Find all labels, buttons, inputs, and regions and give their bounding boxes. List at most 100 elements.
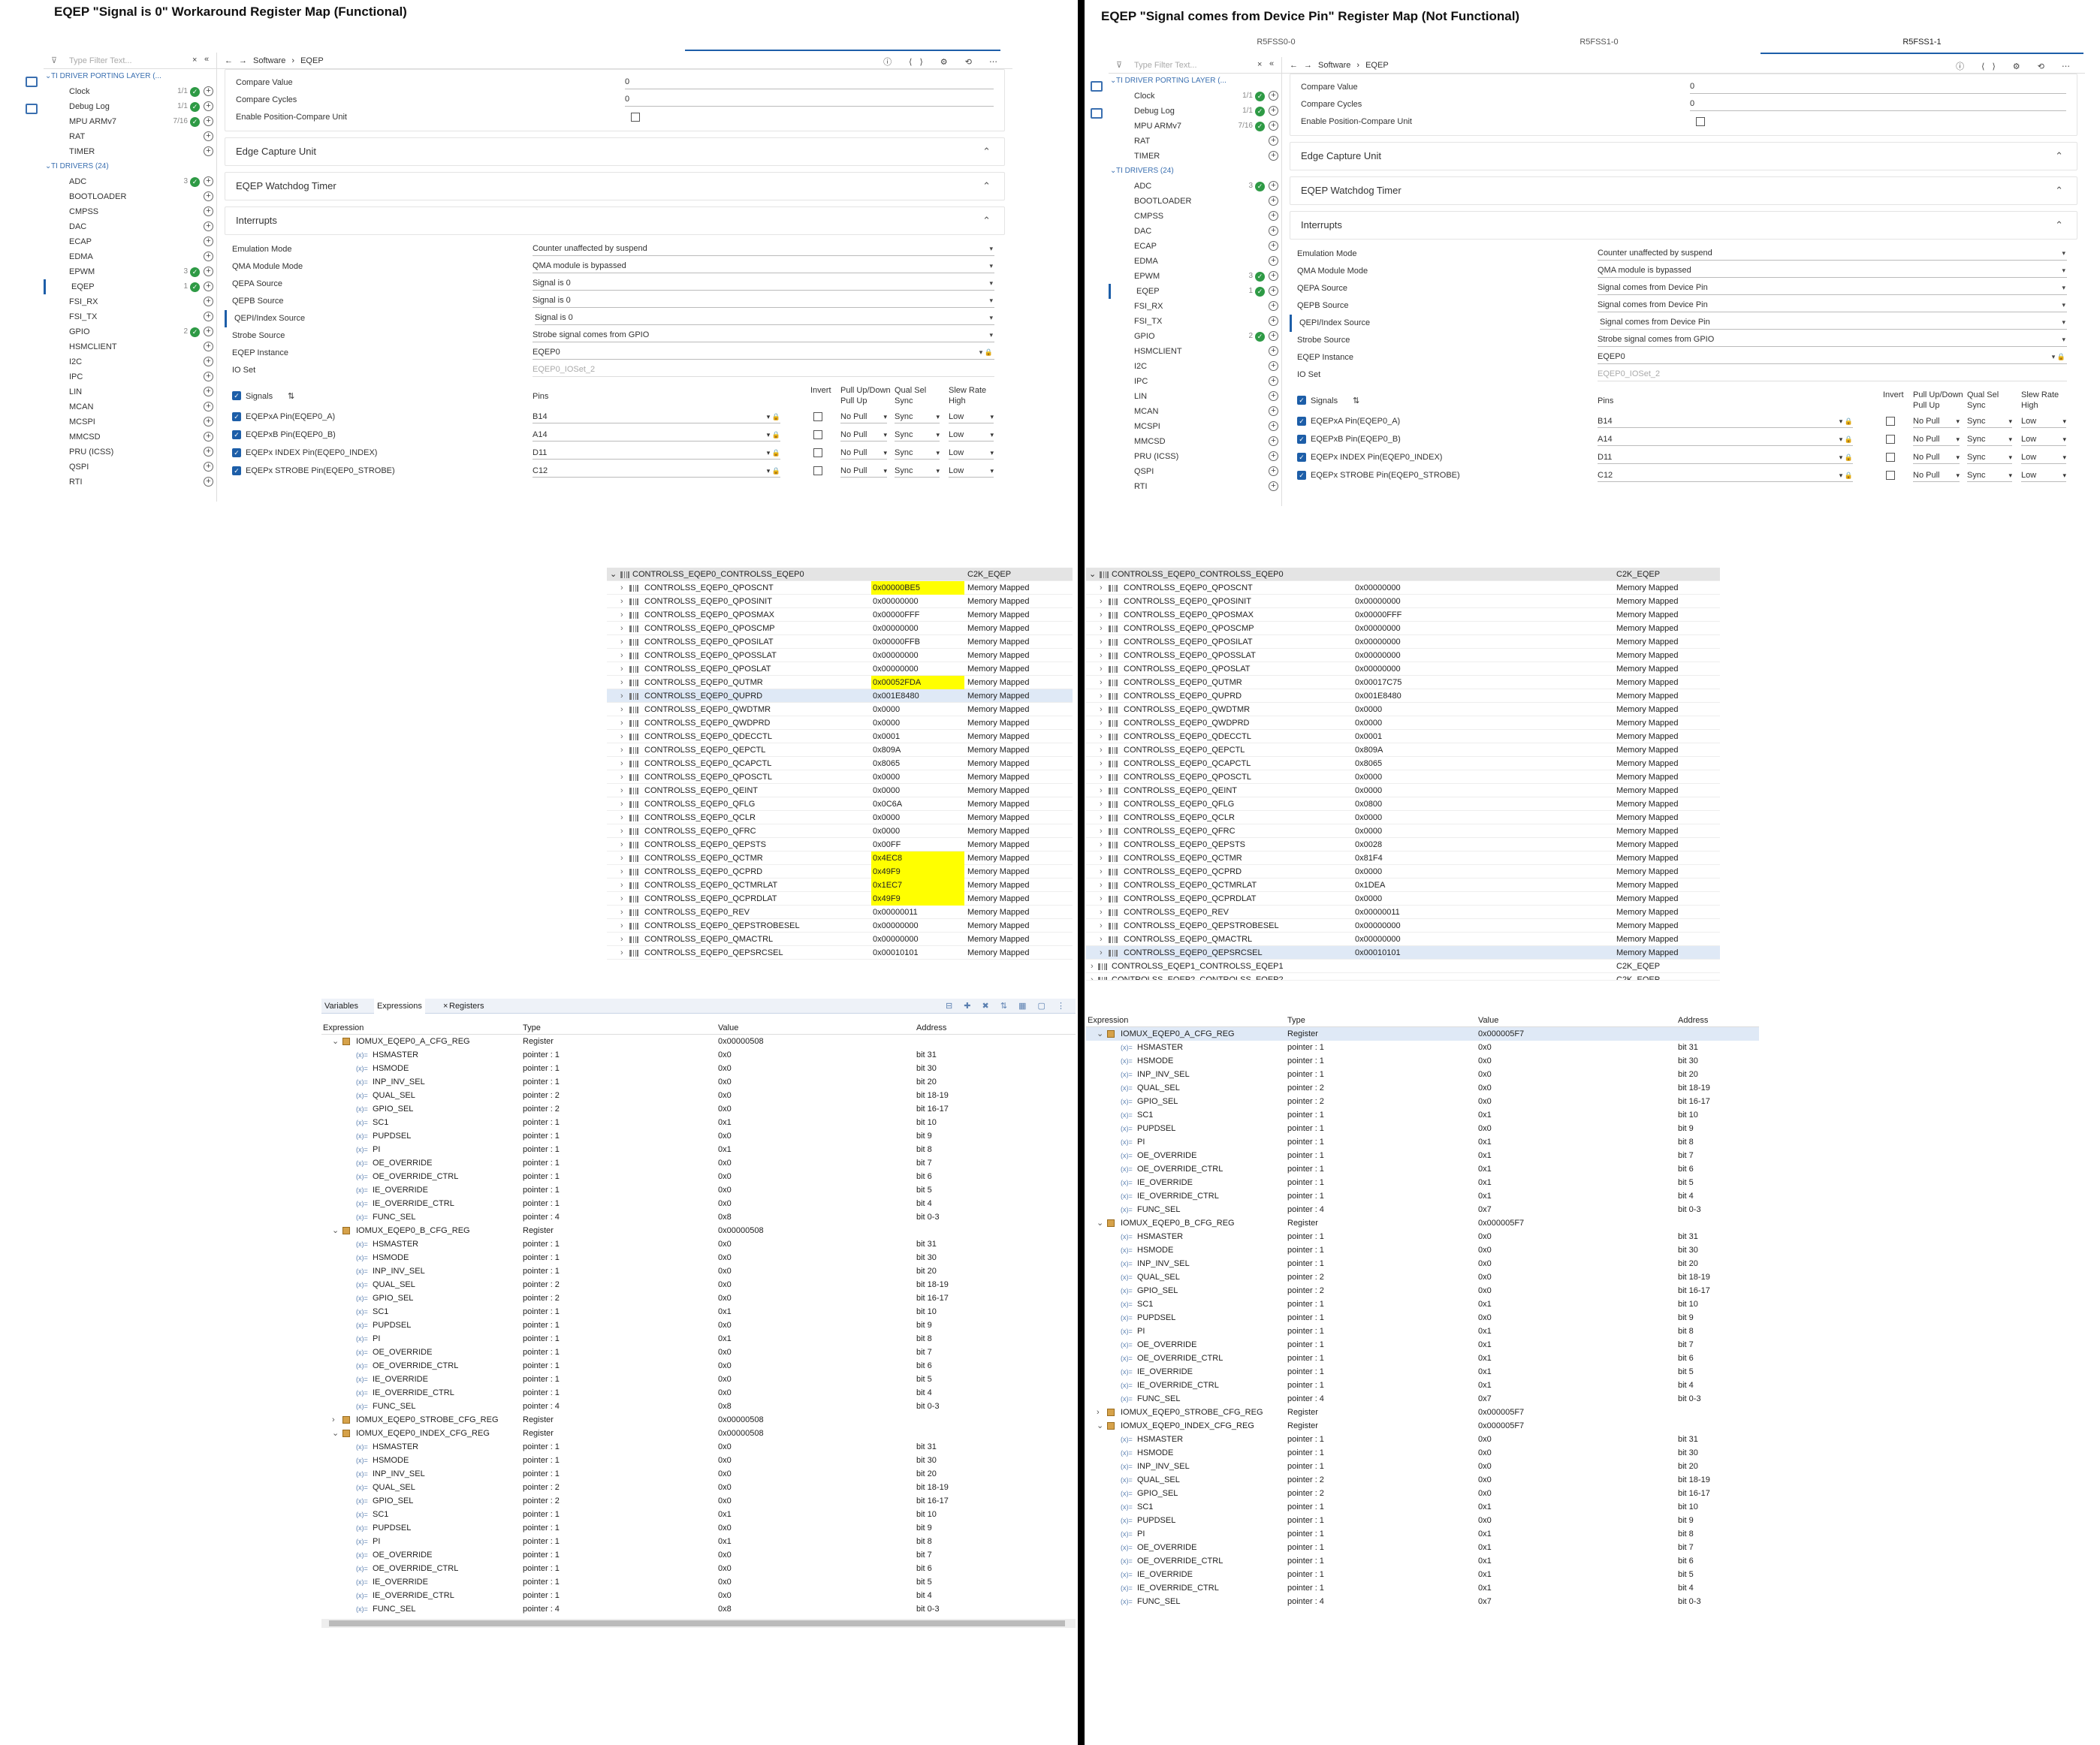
dropdown-icon[interactable]: ▾ [2062, 432, 2066, 446]
field-value[interactable]: 0x0 [1478, 1122, 1492, 1135]
field-value[interactable]: 0x0 [1478, 1487, 1492, 1500]
checkbox[interactable] [631, 113, 640, 122]
chevron-right-icon[interactable]: › [1100, 757, 1103, 770]
tree-item[interactable]: I2C + [44, 354, 216, 369]
dropdown-icon[interactable]: ▾ [990, 446, 994, 460]
register-row[interactable]: › CONTROLSS_EQEP0_QCTMR 0x4EC8 Memory Mappe… [607, 851, 1073, 865]
register-row[interactable]: › CONTROLSS_EQEP0_QWDPRD 0x0000 Memory Mapp… [607, 716, 1073, 730]
register-row[interactable]: › CONTROLSS_EQEP0_QPOSILAT 0x00000000 Memor… [1086, 635, 1720, 649]
tree-item[interactable]: CMPSS + [1109, 209, 1281, 224]
toolbar-icons[interactable]: ⓘ ⟨⟩ ⚙ ⟲ ⋯ [883, 56, 1005, 68]
add-icon[interactable]: + [1269, 301, 1278, 311]
add-icon[interactable]: + [204, 447, 213, 457]
register-value[interactable]: 0x809A [1353, 743, 1447, 757]
chevron-right-icon[interactable]: › [1100, 595, 1103, 608]
field-row[interactable]: (x)= FUNC_SEL pointer : 4 0x8 bit 0-3 [321, 1400, 1076, 1413]
pull-select[interactable]: No Pull ▾ [840, 464, 887, 478]
field-row[interactable]: (x)= HSMODE pointer : 1 0x0 bit 30 [321, 1454, 1076, 1467]
register-value[interactable]: 0x0000 [1353, 892, 1447, 906]
tree-item[interactable]: QSPI + [44, 460, 216, 475]
dropdown-icon[interactable]: ▾ [936, 446, 940, 460]
field-value[interactable]: 0x0 [1478, 1230, 1492, 1243]
register-value[interactable]: 0x00010101 [871, 946, 964, 960]
field-row[interactable]: (x)= HSMASTER pointer : 1 0x0 bit 31 [321, 1440, 1076, 1454]
chevron-right-icon[interactable]: › [1100, 622, 1103, 635]
add-icon[interactable]: + [204, 432, 213, 442]
field-value[interactable]: 0x1 [1478, 1149, 1492, 1162]
field-row[interactable]: (x)= OE_OVERRIDE pointer : 1 0x1 bit 7 [1086, 1149, 1759, 1162]
tree-item[interactable]: DAC + [44, 219, 216, 234]
add-icon[interactable]: + [1269, 151, 1278, 161]
add-icon[interactable]: + [204, 116, 213, 126]
register-row[interactable]: › CONTROLSS_EQEP0_QEINT 0x0000 Memory Mappe… [607, 784, 1073, 797]
chevron-right-icon[interactable]: › [1100, 649, 1103, 662]
chevron-right-icon[interactable]: › [1100, 879, 1103, 892]
add-icon[interactable]: + [204, 86, 213, 96]
field-row[interactable]: (x)= HSMODE pointer : 1 0x0 bit 30 [1086, 1243, 1759, 1257]
field-row[interactable]: (x)= HSMODE pointer : 1 0x0 bit 30 [321, 1251, 1076, 1264]
config-select[interactable]: QMA module is bypassed ▾ [533, 258, 994, 273]
register-value[interactable]: 0x00000FFF [1353, 608, 1447, 622]
chevron-right-icon[interactable]: › [620, 595, 623, 608]
field-row[interactable]: (x)= PI pointer : 1 0x1 bit 8 [1086, 1135, 1759, 1149]
chevron-right-icon[interactable]: › [620, 662, 623, 676]
field-value[interactable]: 0x1 [1478, 1162, 1492, 1176]
chevron-down-icon[interactable]: ⌄ [45, 159, 51, 174]
section-header[interactable]: EQEP Watchdog Timer ⌃ [1290, 177, 2077, 204]
register-row[interactable]: › CONTROLSS_EQEP0_QUPRD 0x001E8480 Memory M… [607, 689, 1073, 703]
register-value[interactable]: 0x0001 [871, 730, 964, 743]
field-value[interactable]: 0x1 [718, 1508, 732, 1521]
tree-item[interactable]: RAT + [1109, 134, 1281, 149]
tree-item[interactable]: DAC + [1109, 224, 1281, 239]
expression-group-row[interactable]: ⌄ IOMUX_EQEP0_INDEX_CFG_REG Register 0x0000… [1086, 1419, 1759, 1433]
tree-item[interactable]: FSI_RX + [1109, 299, 1281, 314]
tree-item[interactable]: LIN + [1109, 389, 1281, 404]
field-value[interactable]: 0x1 [1478, 1189, 1492, 1203]
field-row[interactable]: (x)= INP_INV_SEL pointer : 1 0x0 bit 20 [1086, 1068, 1759, 1081]
dropdown-icon[interactable]: ▾ [2062, 332, 2065, 347]
register-row[interactable]: › CONTROLSS_EQEP0_QWDPRD 0x0000 Memory Mapp… [1086, 716, 1720, 730]
expression-value[interactable]: 0x00000508 [718, 1427, 764, 1440]
dropdown-icon[interactable]: ▾ [2062, 414, 2066, 428]
signals-check[interactable]: ✓ [232, 391, 241, 400]
register-row[interactable]: › CONTROLSS_EQEP0_QMACTRL 0x00000000 Memory… [1086, 933, 1720, 946]
add-icon[interactable]: + [1269, 106, 1278, 116]
field-value[interactable]: 0x0 [1478, 1460, 1492, 1473]
dropdown-icon[interactable]: ▾ [2062, 469, 2066, 482]
chevron-right-icon[interactable]: › [620, 676, 623, 689]
expression-value[interactable]: 0x000005F7 [1478, 1406, 1524, 1419]
core-tab[interactable]: R5FSS1-1 [1761, 38, 2083, 54]
qual-select[interactable]: Sync ▾ [895, 428, 940, 442]
invert-checkbox[interactable] [813, 466, 822, 475]
register-value[interactable]: 0x00000011 [871, 906, 964, 919]
field-value[interactable]: 0x0 [718, 1575, 732, 1589]
field-row[interactable]: (x)= HSMASTER pointer : 1 0x0 bit 31 [1086, 1041, 1759, 1054]
field-value[interactable]: 0x1 [1478, 1352, 1492, 1365]
register-row[interactable]: › CONTROLSS_EQEP0_QPOSMAX 0x00000FFF Memory… [1086, 608, 1720, 622]
register-value[interactable]: 0x0000 [1353, 716, 1447, 730]
field-value[interactable]: 0x8 [718, 1602, 732, 1616]
expression-value[interactable]: 0x000005F7 [1478, 1216, 1524, 1230]
pin-select[interactable]: B14 ▾ 🔒 [1598, 414, 1853, 428]
section-card[interactable]: EQEP Watchdog Timer ⌃ [225, 172, 1005, 200]
slew-select[interactable]: Low ▾ [949, 428, 994, 442]
signal-check[interactable]: ✓ [1297, 417, 1306, 426]
register-row[interactable]: › CONTROLSS_EQEP0_QCPRD 0x49F9 Memory Mappe… [607, 865, 1073, 879]
pull-select[interactable]: No Pull ▾ [840, 410, 887, 423]
field-value[interactable]: 0x8 [718, 1400, 732, 1413]
field-row[interactable]: (x)= HSMASTER pointer : 1 0x0 bit 31 [321, 1237, 1076, 1251]
pull-select[interactable]: No Pull ▾ [1913, 451, 1960, 464]
dropdown-icon[interactable]: ▾ [883, 464, 887, 478]
add-icon[interactable]: + [204, 146, 213, 156]
software-view-icon[interactable] [1091, 81, 1103, 92]
field-value[interactable]: 0 [1690, 79, 2066, 94]
breadcrumb-eqep[interactable]: EQEP [1365, 61, 1389, 70]
tree-item[interactable]: RTI + [44, 475, 216, 490]
qual-select[interactable]: Sync ▾ [895, 446, 940, 460]
register-row[interactable]: › CONTROLSS_EQEP0_QEINT 0x0000 Memory Mappe… [1086, 784, 1720, 797]
chevron-right-icon[interactable]: › [1100, 906, 1103, 919]
field-value[interactable]: 0 [625, 74, 994, 89]
add-icon[interactable]: + [204, 282, 213, 291]
tree-item[interactable]: Debug Log 1/1 ✓ + [1109, 104, 1281, 119]
field-row[interactable]: (x)= GPIO_SEL pointer : 2 0x0 bit 16-17 [321, 1494, 1076, 1508]
